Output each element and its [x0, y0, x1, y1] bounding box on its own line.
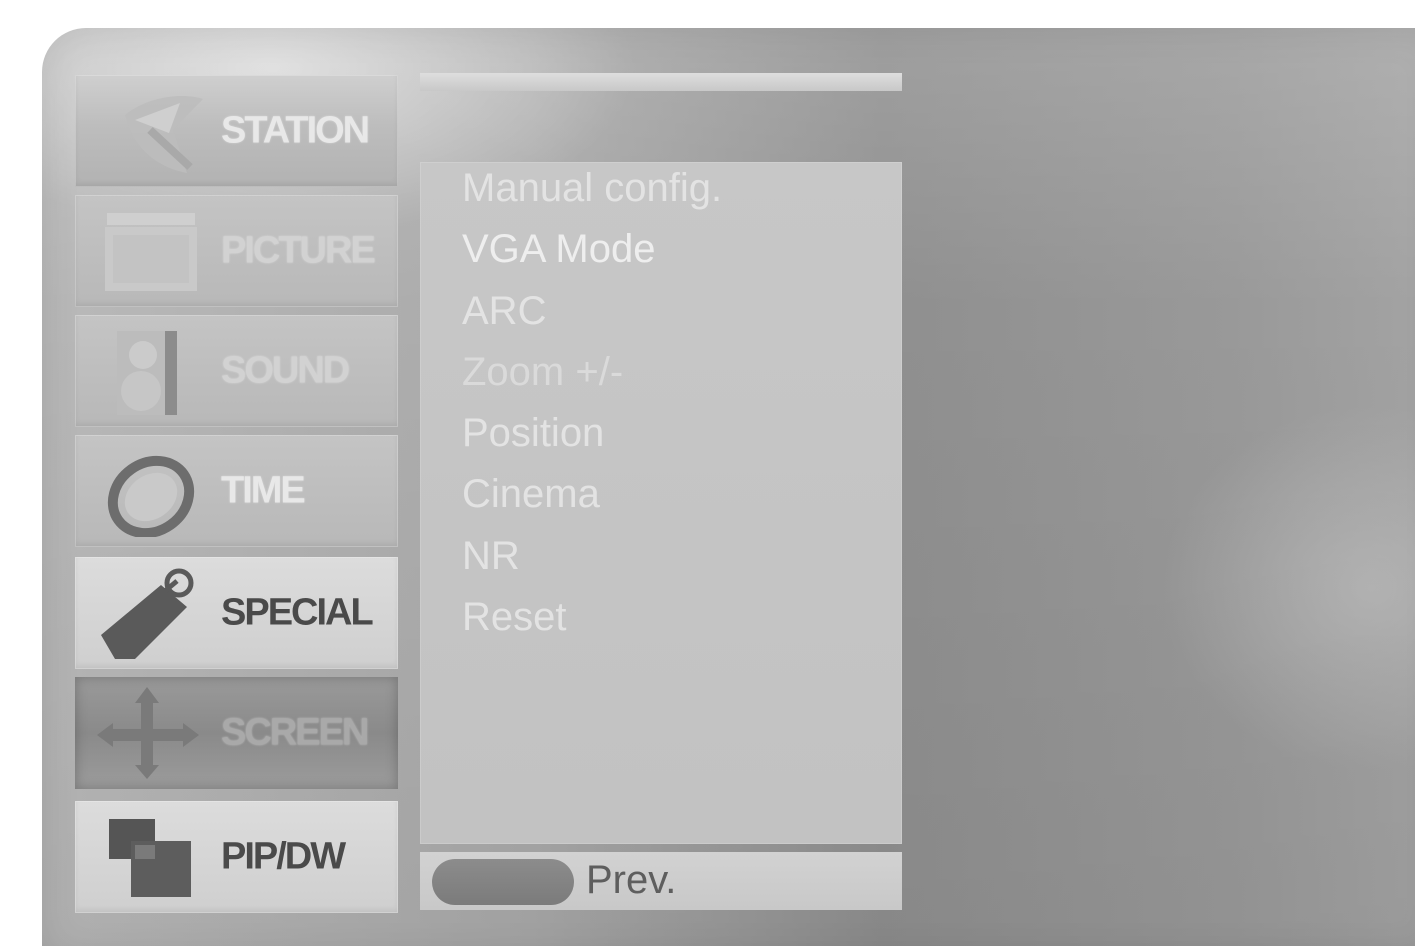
prev-label: Prev. — [586, 858, 677, 902]
menu-item-screen[interactable]: SCREEN — [75, 677, 398, 789]
submenu-panel: Manual config. VGA Mode ARC Zoom +/- Pos… — [420, 162, 902, 844]
submenu-footer: Prev. — [420, 852, 902, 910]
menu-label-picture: PICTURE — [221, 229, 376, 272]
menu-item-sound[interactable]: SOUND — [75, 315, 398, 427]
tag-icon — [101, 568, 194, 659]
speaker-icon — [117, 331, 177, 415]
submenu-item-vga-mode[interactable]: VGA Mode — [462, 223, 722, 284]
menu-item-picture[interactable]: PICTURE — [75, 195, 398, 307]
tv-screen-icon — [105, 213, 197, 291]
menu-item-time[interactable]: TIME — [75, 435, 398, 547]
submenu-header — [420, 73, 902, 91]
submenu-item-position[interactable]: Position — [462, 407, 722, 468]
satellite-dish-icon — [125, 96, 203, 173]
clock-ring-icon — [107, 455, 195, 537]
pip-windows-icon — [109, 819, 191, 897]
submenu-list: Manual config. VGA Mode ARC Zoom +/- Pos… — [462, 162, 722, 652]
tv-osd-screen: STATION PICTURE SOUND TIME SPECIAL SCREE… — [0, 0, 1415, 946]
menu-item-pip-dw[interactable]: PIP/DW — [75, 801, 398, 913]
submenu-item-nr[interactable]: NR — [462, 530, 722, 591]
menu-label-sound: SOUND — [221, 349, 350, 392]
menu-key-icon[interactable] — [432, 859, 574, 905]
menu-label-special: SPECIAL — [221, 591, 374, 634]
submenu-item-zoom[interactable]: Zoom +/- — [462, 346, 722, 407]
submenu-item-manual-config[interactable]: Manual config. — [462, 162, 722, 223]
menu-label-station: STATION — [221, 109, 370, 152]
menu-item-station[interactable]: STATION — [75, 75, 398, 187]
menu-item-special[interactable]: SPECIAL — [75, 557, 398, 669]
submenu-item-reset[interactable]: Reset — [462, 591, 722, 652]
submenu-item-arc[interactable]: ARC — [462, 285, 722, 346]
move-arrows-icon — [97, 687, 199, 779]
menu-label-time: TIME — [221, 469, 306, 512]
menu-label-pip-dw: PIP/DW — [221, 835, 346, 878]
submenu-item-cinema[interactable]: Cinema — [462, 468, 722, 529]
menu-label-screen: SCREEN — [221, 711, 369, 754]
